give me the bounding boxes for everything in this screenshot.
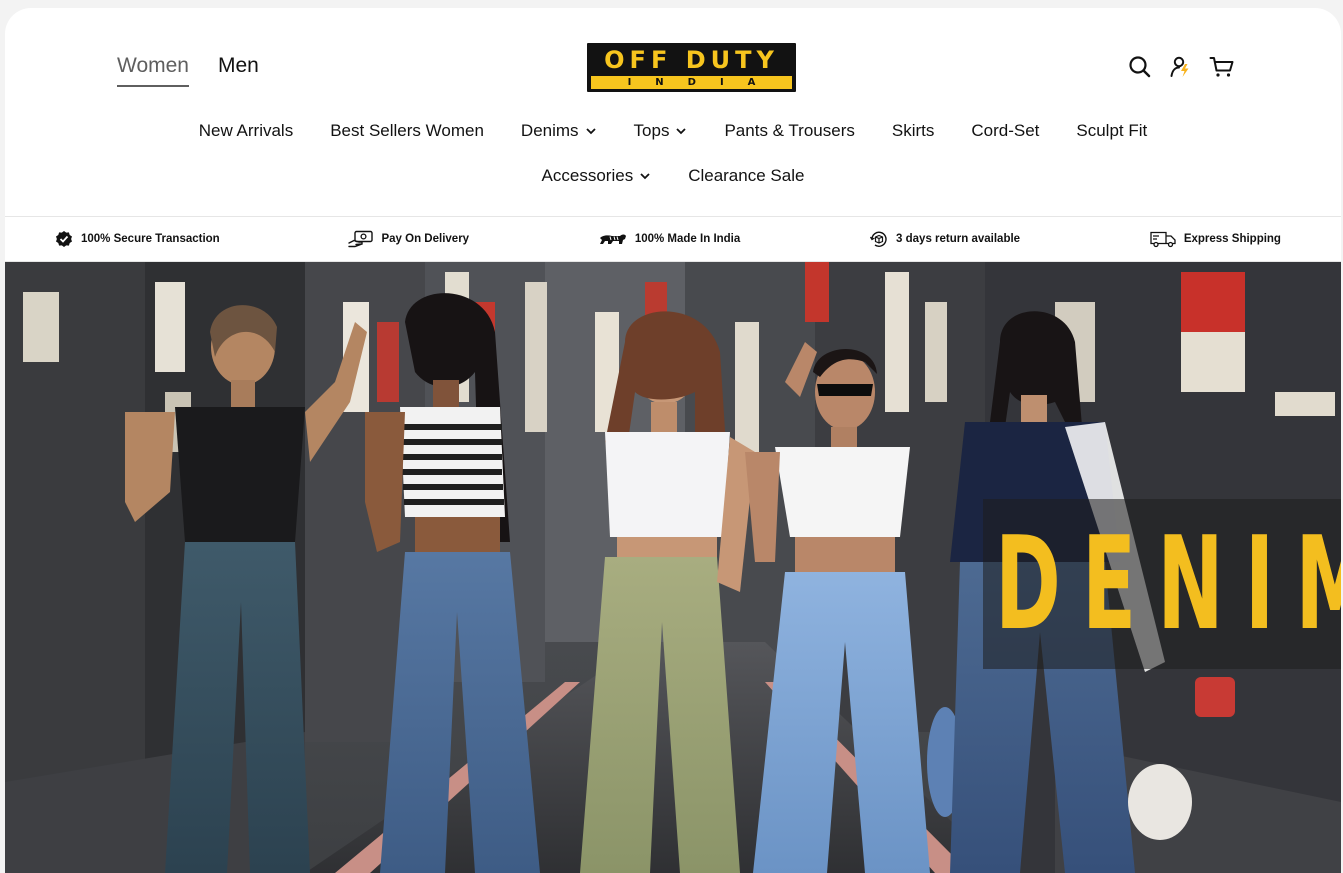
search-icon[interactable]: [1127, 54, 1153, 80]
nav-label: Cord-Set: [971, 121, 1040, 140]
chevron-down-icon: [676, 128, 687, 135]
delivery-truck-icon: [1150, 231, 1176, 248]
nav-pants-trousers[interactable]: Pants & Trousers: [724, 121, 854, 141]
main-nav: New Arrivals Best Sellers Women Denims T…: [5, 118, 1341, 189]
nav-label: Sculpt Fit: [1076, 121, 1148, 140]
gender-tabs: Women Men: [117, 54, 259, 87]
trust-pay-on-delivery: Pay On Delivery: [348, 230, 469, 248]
verified-badge-icon: [56, 231, 72, 247]
nav-label: Tops: [633, 121, 670, 140]
chevron-down-icon: [585, 128, 596, 135]
nav-denims[interactable]: Denims: [521, 121, 597, 141]
trust-label: 100% Made In India: [634, 233, 741, 245]
nav-clearance-sale[interactable]: Clearance Sale: [688, 166, 804, 186]
trust-made-in-india: 100% Made In India: [598, 230, 740, 248]
cart-icon[interactable]: [1209, 54, 1235, 80]
nav-label: Denims: [520, 121, 579, 140]
nav-row-primary: New Arrivals Best Sellers Women Denims T…: [5, 118, 1341, 144]
trust-label: 100% Secure Transaction: [81, 233, 220, 245]
site-header: Women Men OFF DUTY INDIA New Arrivals Be…: [5, 8, 1341, 216]
header-icons: [1127, 54, 1235, 80]
account-icon[interactable]: [1168, 54, 1194, 80]
nav-label: Pants & Trousers: [724, 121, 855, 140]
nav-row-secondary: Accessories Clearance Sale: [5, 163, 1341, 189]
nav-label: Accessories: [541, 166, 634, 185]
trust-label: Pay On Delivery: [381, 233, 470, 245]
trust-label: Express Shipping: [1183, 233, 1281, 245]
trust-express-shipping: Express Shipping: [1149, 230, 1281, 248]
nav-label: Skirts: [891, 121, 935, 140]
nav-tops[interactable]: Tops: [634, 121, 688, 141]
trust-return: 3 days return available: [869, 230, 1020, 248]
nav-skirts[interactable]: Skirts: [892, 121, 935, 141]
cash-hand-icon: [348, 230, 374, 248]
nav-label: Best Sellers Women: [330, 121, 484, 140]
hero-banner[interactable]: DENIM: [5, 262, 1341, 873]
nav-label: Clearance Sale: [688, 166, 805, 185]
tiger-icon: [599, 234, 626, 244]
trust-label: 3 days return available: [896, 233, 1021, 245]
hero-title: DENIM: [995, 510, 1341, 659]
tab-men[interactable]: Men: [218, 54, 259, 87]
nav-new-arrivals[interactable]: New Arrivals: [199, 121, 293, 141]
logo-bottom-text: INDIA: [591, 76, 792, 89]
chevron-down-icon: [640, 173, 650, 180]
nav-accessories[interactable]: Accessories: [542, 166, 652, 186]
brand-logo[interactable]: OFF DUTY INDIA: [587, 43, 796, 92]
nav-sculpt-fit[interactable]: Sculpt Fit: [1076, 121, 1147, 141]
tab-women[interactable]: Women: [117, 54, 189, 87]
nav-best-sellers-women[interactable]: Best Sellers Women: [330, 121, 484, 141]
nav-label: New Arrivals: [198, 121, 294, 140]
trust-secure-transaction: 100% Secure Transaction: [54, 230, 220, 248]
nav-cord-set[interactable]: Cord-Set: [971, 121, 1039, 141]
page-frame: Women Men OFF DUTY INDIA New Arrivals Be…: [5, 8, 1341, 873]
trust-bar: 100% Secure Transaction Pay On Delivery …: [5, 216, 1341, 262]
return-box-icon: [869, 231, 887, 247]
logo-top-text: OFF DUTY: [591, 46, 792, 75]
